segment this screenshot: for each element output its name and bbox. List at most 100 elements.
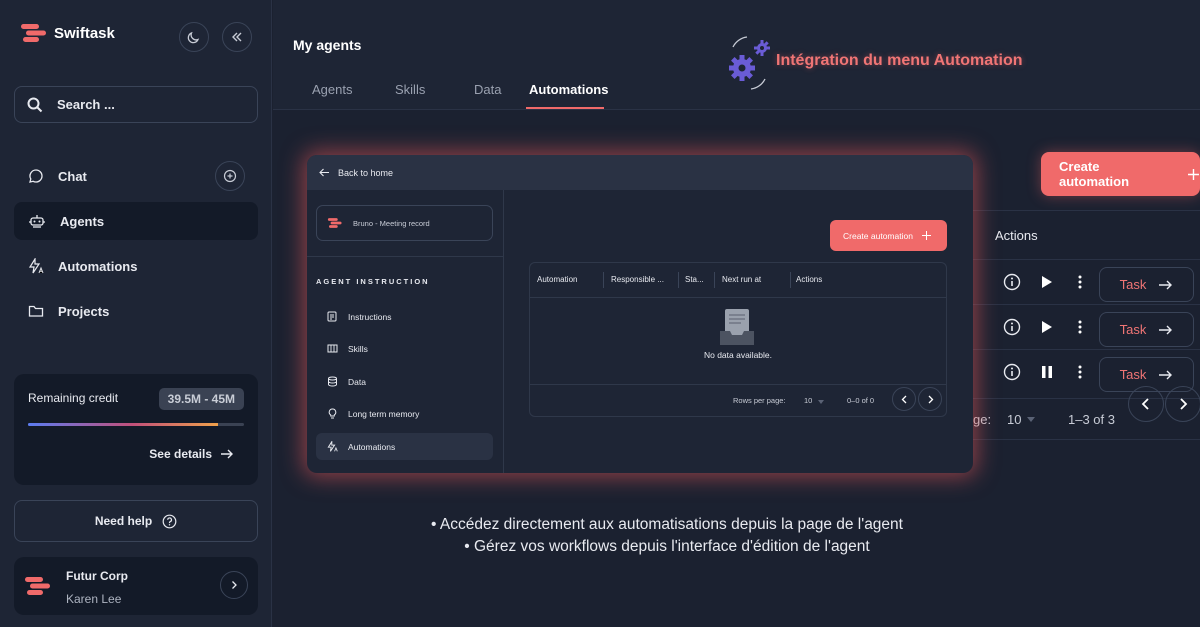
table-pagination: ge: 10 1–3 of 3 <box>961 386 1200 441</box>
task-button[interactable]: Task <box>1099 312 1194 347</box>
moon-icon <box>187 31 200 44</box>
column-separator <box>714 272 715 288</box>
arrow-right-icon <box>1159 325 1173 334</box>
create-automation-button[interactable]: Create automation <box>1041 152 1200 196</box>
agent-nav-label: Instructions <box>348 311 392 322</box>
info-icon[interactable] <box>1002 272 1022 292</box>
agent-nav-instructions[interactable]: Instructions <box>316 303 493 330</box>
inset-automations-table: Automation Responsible ... Sta... Next r… <box>529 262 947 417</box>
caret-down-icon <box>818 400 824 404</box>
promo-bullet: • Gérez vos workflows depuis l'interface… <box>464 538 870 555</box>
sidebar-item-label: Projects <box>58 303 110 319</box>
pause-icon[interactable] <box>1037 362 1057 382</box>
previous-page-button[interactable] <box>1128 386 1164 422</box>
play-icon[interactable] <box>1037 272 1057 292</box>
play-icon[interactable] <box>1037 317 1057 337</box>
toolbox-icon <box>327 344 338 353</box>
organization-logo-icon <box>25 577 50 595</box>
sidebar-item-projects[interactable]: Projects <box>14 292 258 330</box>
divider <box>530 297 946 298</box>
gears-icon <box>729 36 770 90</box>
robot-icon <box>29 215 45 228</box>
sidebar-item-label: Agents <box>60 213 105 229</box>
see-details-link[interactable]: See details <box>149 447 234 461</box>
pagination-range: 0–0 of 0 <box>847 396 875 405</box>
arrow-right-icon <box>221 449 233 459</box>
column-header: Responsible ... <box>611 275 664 284</box>
arrow-right-icon <box>1159 370 1173 379</box>
empty-inbox-icon <box>720 309 754 345</box>
see-details-label: See details <box>149 447 212 461</box>
agent-nav-label: Automations <box>348 441 396 452</box>
need-help-button[interactable]: Need help <box>14 500 258 542</box>
double-chevron-left-icon <box>232 32 242 42</box>
promo-title: Intégration du menu Automation <box>776 52 1023 69</box>
sidebar-item-automations[interactable]: Automations <box>14 247 258 285</box>
user-name: Karen Lee <box>66 592 122 606</box>
plus-icon <box>1188 168 1200 180</box>
back-to-home-label: Back to home <box>338 167 394 178</box>
more-vertical-icon[interactable] <box>1070 317 1090 337</box>
table-row: Task <box>961 259 1200 304</box>
organization-name: Futur Corp <box>66 569 128 583</box>
agent-logo-icon <box>327 218 342 228</box>
app-logo[interactable]: Swiftask <box>20 22 115 44</box>
chevron-left-icon <box>1141 398 1149 410</box>
previous-page-button[interactable] <box>892 387 916 411</box>
promo-bullet: • Accédez directement aux automatisation… <box>431 516 903 533</box>
info-icon[interactable] <box>1002 317 1022 337</box>
collapse-sidebar-button[interactable] <box>222 22 252 52</box>
column-header: Actions <box>796 275 823 284</box>
rows-per-page-label: ge: <box>973 412 992 427</box>
chevron-right-icon <box>232 581 237 589</box>
arrow-left-icon <box>319 168 329 177</box>
next-page-button[interactable] <box>918 387 942 411</box>
agent-nav-data[interactable]: Data <box>316 368 493 395</box>
search-input[interactable]: Search ... <box>14 86 258 123</box>
divider <box>307 256 504 257</box>
section-title: AGENT INSTRUCTION <box>316 277 430 286</box>
sidebar: Swiftask Search ... Chat Agents Automati… <box>0 0 272 627</box>
organization-card[interactable]: Futur Corp Karen Lee <box>14 557 258 615</box>
column-header: Automation <box>537 275 578 284</box>
rows-per-page-select[interactable]: 10 <box>1007 412 1021 427</box>
chat-bubble-icon <box>29 169 43 183</box>
info-icon[interactable] <box>1002 362 1022 382</box>
folder-icon <box>28 305 44 317</box>
back-to-home-link[interactable]: Back to home <box>307 155 973 190</box>
credit-label: Remaining credit <box>28 391 119 405</box>
agent-nav-memory[interactable]: Long term memory <box>316 400 493 427</box>
inset-create-automation-button[interactable]: Create automation <box>830 220 947 251</box>
agent-nav-label: Long term memory <box>348 408 420 419</box>
plus-icon <box>921 231 931 240</box>
agent-selector[interactable]: Bruno - Meeting record <box>316 205 493 241</box>
tab-data[interactable]: Data <box>474 82 501 97</box>
agent-nav-label: Data <box>348 376 366 387</box>
rows-per-page-select[interactable]: 10 <box>804 396 812 405</box>
agent-nav-skills[interactable]: Skills <box>316 335 493 362</box>
sidebar-item-agents[interactable]: Agents <box>14 202 258 240</box>
dark-mode-toggle[interactable] <box>179 22 209 52</box>
agent-nav-automations[interactable]: Automations <box>316 433 493 460</box>
credit-card: Remaining credit 39.5M - 45M See details <box>14 374 258 485</box>
need-help-label: Need help <box>94 514 153 528</box>
organization-switch-button[interactable] <box>220 571 248 599</box>
more-vertical-icon[interactable] <box>1070 362 1090 382</box>
main-header: My agents Agents Skills Data Automations <box>273 0 1200 110</box>
active-tab-indicator <box>526 107 604 109</box>
task-label: Task <box>1119 367 1147 382</box>
tab-skills[interactable]: Skills <box>395 82 425 97</box>
lightbulb-icon <box>328 408 337 419</box>
more-vertical-icon[interactable] <box>1070 272 1090 292</box>
tab-automations[interactable]: Automations <box>529 82 608 97</box>
agent-name: Bruno - Meeting record <box>353 218 430 228</box>
divider <box>530 384 946 385</box>
automation-icon <box>28 258 44 274</box>
new-chat-button[interactable] <box>215 161 245 191</box>
tab-agents[interactable]: Agents <box>312 82 352 97</box>
rows-per-page-label: Rows per page: <box>733 396 786 405</box>
next-page-button[interactable] <box>1165 386 1200 422</box>
column-header: Sta... <box>685 275 704 284</box>
sidebar-item-label: Automations <box>58 258 138 274</box>
task-button[interactable]: Task <box>1099 267 1194 302</box>
